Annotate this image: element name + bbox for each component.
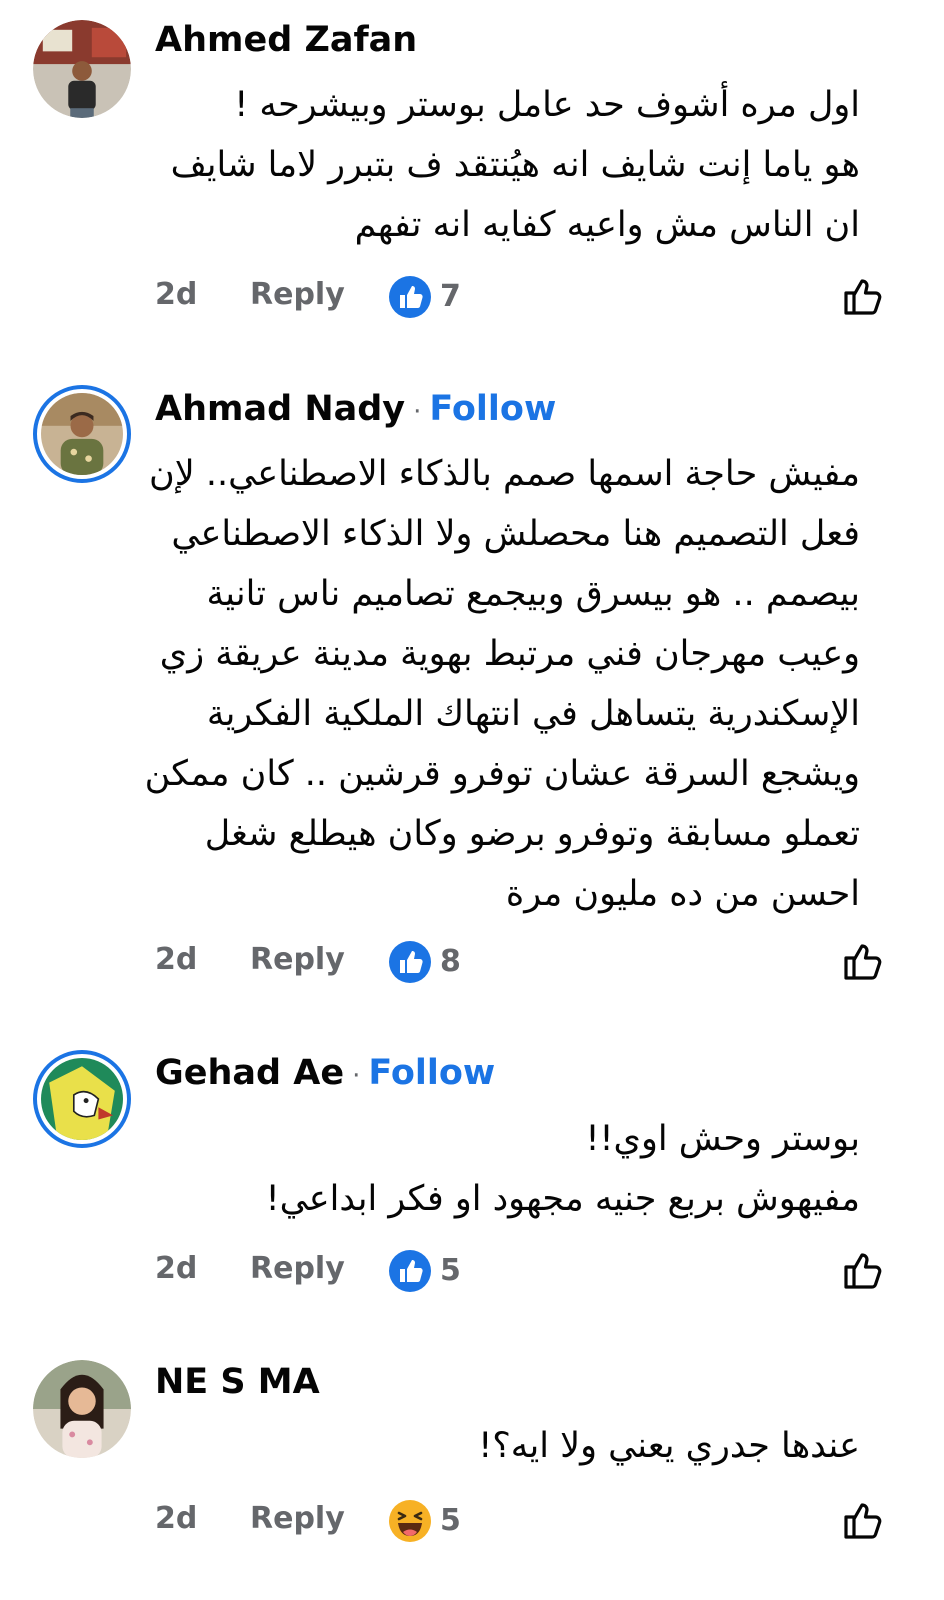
reply-button[interactable]: Reply <box>250 277 345 312</box>
thumbs-up-icon[interactable] <box>840 1497 886 1543</box>
timestamp[interactable]: 2d <box>155 277 197 312</box>
like-reaction-icon[interactable] <box>388 1249 432 1293</box>
avatar-photo-icon <box>33 1360 131 1458</box>
comment-header: NE S MA <box>155 1360 320 1404</box>
comment-text: بوستر وحش اوي!! مفيهوش بربع جنيه مجهود ا… <box>155 1109 860 1229</box>
comment-line: وعيب مهرجان فني مرتبط بهوية مدينة عريقة … <box>159 634 860 674</box>
comment-line: الإسكندرية يتساهل في انتهاك الملكية الفك… <box>206 694 860 734</box>
comment-line: مفيش حاجة اسمها صمم بالذكاء الاصطناعي.. … <box>149 454 860 494</box>
avatar[interactable] <box>33 385 131 483</box>
author-name[interactable]: Gehad Ae <box>155 1053 344 1093</box>
comment-line: فعل التصميم هنا محصلش ولا الذكاء الاصطنا… <box>171 514 860 554</box>
comment-line: بوستر وحش اوي!! <box>585 1119 860 1159</box>
comment-header: Ahmed Zafan <box>155 18 417 62</box>
comment-header: Gehad Ae · Follow <box>155 1051 495 1098</box>
like-reaction-icon[interactable] <box>388 275 432 319</box>
comment-line: اول مره أشوف حد عامل بوستر وبيشرحه ! <box>234 85 860 125</box>
comment-text: عندها جدري يعني ولا ايه؟! <box>155 1416 860 1476</box>
avatar-cartoon-icon <box>41 1058 123 1140</box>
avatar[interactable] <box>33 20 131 118</box>
reaction-count[interactable]: 8 <box>440 944 461 979</box>
avatar[interactable] <box>33 1050 131 1148</box>
timestamp[interactable]: 2d <box>155 1501 197 1536</box>
avatar[interactable] <box>33 1360 131 1458</box>
reaction-count[interactable]: 5 <box>440 1503 461 1538</box>
comment-line: احسن من ده مليون مرة <box>505 874 860 914</box>
follow-button[interactable]: Follow <box>368 1053 495 1093</box>
timestamp[interactable]: 2d <box>155 1251 197 1286</box>
comment-actions: 2d Reply 7 <box>0 273 944 323</box>
reply-button[interactable]: Reply <box>250 1501 345 1536</box>
comment-actions: 2d Reply 5 <box>0 1247 944 1297</box>
avatar-photo-icon <box>33 20 131 118</box>
thumbs-up-icon[interactable] <box>840 938 886 984</box>
comment-line: ويشجع السرقة عشان توفرو قرشين .. كان ممك… <box>144 754 860 794</box>
author-name[interactable]: NE S MA <box>155 1362 320 1402</box>
reply-button[interactable]: Reply <box>250 942 345 977</box>
comment-line: تعملو مسابقة وتوفرو برضو وكان هيطلع شغل <box>204 814 860 854</box>
comment-actions: 2d Reply 5 <box>0 1497 944 1547</box>
thumbs-up-icon[interactable] <box>840 1247 886 1293</box>
reaction-count[interactable]: 7 <box>440 279 461 314</box>
author-name[interactable]: Ahmed Zafan <box>155 20 417 60</box>
comment-header: Ahmad Nady · Follow <box>155 387 556 434</box>
comment-actions: 2d Reply 8 <box>0 938 944 988</box>
comment-line: بيصمم .. هو بيسرق وبيجمع تصاميم ناس تاني… <box>206 574 860 614</box>
reply-button[interactable]: Reply <box>250 1251 345 1286</box>
follow-button[interactable]: Follow <box>429 389 556 429</box>
comment-text: مفيش حاجة اسمها صمم بالذكاء الاصطناعي.. … <box>144 444 860 924</box>
reaction-count[interactable]: 5 <box>440 1253 461 1288</box>
timestamp[interactable]: 2d <box>155 942 197 977</box>
avatar-photo-icon <box>41 393 123 475</box>
comment-line: ان الناس مش واعيه كفايه انه تفهم <box>354 205 860 245</box>
separator-dot: · <box>413 397 422 427</box>
comment-text: اول مره أشوف حد عامل بوستر وبيشرحه ! هو … <box>155 75 860 255</box>
haha-reaction-icon[interactable] <box>388 1499 432 1543</box>
author-name[interactable]: Ahmad Nady <box>155 389 405 429</box>
like-reaction-icon[interactable] <box>388 940 432 984</box>
separator-dot: · <box>352 1061 361 1091</box>
comment-line: هو ياما إنت شايف انه هيُنتقد ف بتبرر لام… <box>170 145 860 185</box>
comment-line: عندها جدري يعني ولا ايه؟! <box>478 1426 860 1466</box>
thumbs-up-icon[interactable] <box>840 273 886 319</box>
comment-line: مفيهوش بربع جنيه مجهود او فكر ابداعي! <box>265 1179 860 1219</box>
